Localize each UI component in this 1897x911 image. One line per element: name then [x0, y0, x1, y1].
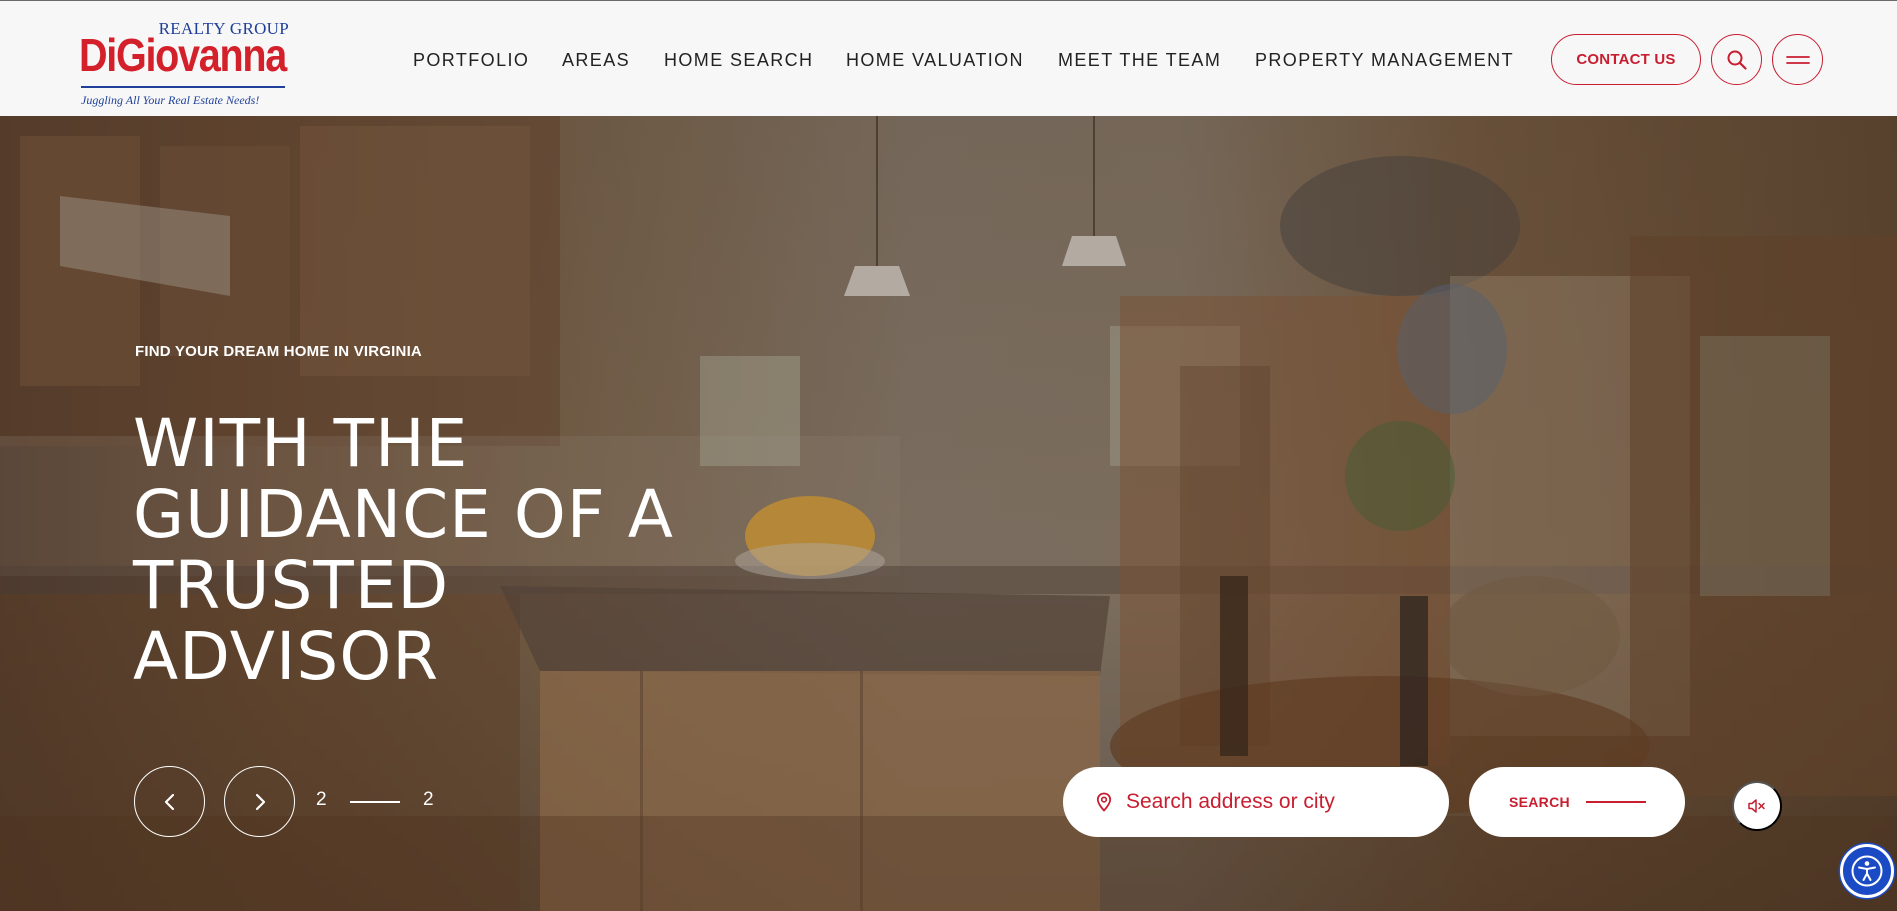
- search-submit-label: SEARCH: [1509, 794, 1570, 810]
- video-mute-button[interactable]: [1732, 781, 1782, 831]
- nav-item-property-management[interactable]: PROPERTY MANAGEMENT: [1255, 49, 1514, 71]
- chevron-left-icon: [164, 793, 174, 810]
- header-menu-button[interactable]: [1772, 34, 1823, 85]
- slide-total-number: 2: [423, 789, 434, 810]
- slide-current-number: 2: [316, 789, 327, 810]
- slider-prev-button[interactable]: [134, 766, 205, 837]
- contact-us-button[interactable]: CONTACT US: [1551, 34, 1701, 85]
- hero-eyebrow: FIND YOUR DREAM HOME IN VIRGINIA: [135, 343, 422, 360]
- headline-line: WITH THE: [133, 405, 469, 482]
- location-pin-icon: [1096, 792, 1112, 812]
- site-header: REALTY GROUP DiGiovanna Juggling All You…: [0, 0, 1897, 116]
- chevron-right-icon: [255, 793, 265, 810]
- nav-item-home-search[interactable]: HOME SEARCH: [664, 49, 813, 71]
- address-search-box: [1063, 767, 1449, 837]
- header-search-button[interactable]: [1711, 34, 1762, 85]
- hamburger-menu-icon: [1785, 55, 1810, 64]
- accessibility-icon: [1851, 855, 1883, 887]
- hero-headline: WITH THE GUIDANCE OF A TRUSTED ADVISOR: [133, 408, 773, 692]
- headline-line: TRUSTED: [133, 547, 450, 624]
- nav-item-areas[interactable]: AREAS: [562, 49, 630, 71]
- search-submit-button[interactable]: SEARCH: [1469, 767, 1685, 837]
- hero-section: FIND YOUR DREAM HOME IN VIRGINIA WITH TH…: [0, 116, 1897, 911]
- speaker-muted-icon: [1748, 799, 1765, 813]
- nav-item-home-valuation[interactable]: HOME VALUATION: [846, 49, 1024, 71]
- address-search-input[interactable]: [1126, 790, 1426, 814]
- slide-progress-divider: [350, 801, 400, 803]
- accessibility-button[interactable]: [1840, 844, 1894, 898]
- nav-item-meet-the-team[interactable]: MEET THE TEAM: [1058, 49, 1221, 71]
- headline-line: GUIDANCE OF A: [133, 476, 674, 553]
- nav-item-portfolio[interactable]: PORTFOLIO: [413, 49, 529, 71]
- search-icon: [1727, 50, 1747, 70]
- slider-next-button[interactable]: [224, 766, 295, 837]
- search-submit-line: [1585, 801, 1646, 803]
- headline-line: ADVISOR: [133, 618, 440, 695]
